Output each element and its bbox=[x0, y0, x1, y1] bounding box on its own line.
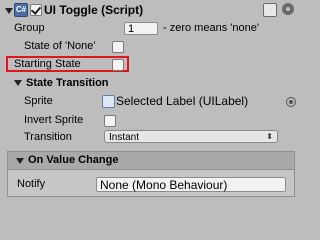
sprite-field[interactable]: Selected Label (UILabel) bbox=[116, 95, 248, 108]
state-of-none-label: State of 'None' bbox=[24, 40, 96, 52]
state-of-none-checkbox[interactable] bbox=[112, 41, 124, 53]
component-title: UI Toggle (Script) bbox=[44, 3, 144, 17]
transition-dropdown[interactable]: Instant ⬍ bbox=[104, 130, 278, 143]
on-value-change-foldout-icon[interactable] bbox=[16, 158, 24, 164]
component-foldout-icon[interactable] bbox=[5, 8, 13, 14]
starting-state-checkbox[interactable] bbox=[112, 59, 124, 71]
gear-icon[interactable] bbox=[282, 3, 294, 15]
dropdown-arrows-icon: ⬍ bbox=[266, 132, 273, 141]
sprite-label: Sprite bbox=[24, 95, 53, 107]
group-hint: - zero means 'none' bbox=[163, 22, 259, 34]
notify-field[interactable]: None (Mono Behaviour) bbox=[96, 177, 286, 192]
invert-sprite-label: Invert Sprite bbox=[24, 114, 84, 126]
component-enabled-checkbox[interactable] bbox=[30, 4, 42, 16]
on-value-change-panel: On Value Change Notify None (Mono Behavi… bbox=[7, 151, 295, 197]
component-script-icon: C# bbox=[14, 3, 28, 17]
object-picker-icon[interactable] bbox=[286, 97, 296, 107]
invert-sprite-checkbox[interactable] bbox=[104, 115, 116, 127]
on-value-change-header[interactable]: On Value Change bbox=[8, 152, 294, 170]
on-value-change-title: On Value Change bbox=[28, 154, 119, 166]
transition-label: Transition bbox=[24, 131, 72, 143]
transition-dropdown-value: Instant bbox=[109, 132, 140, 143]
group-label: Group bbox=[14, 22, 45, 34]
starting-state-label: Starting State bbox=[14, 58, 81, 70]
state-transition-title[interactable]: State Transition bbox=[26, 77, 109, 90]
group-field[interactable]: 1 bbox=[124, 22, 158, 35]
notify-label: Notify bbox=[17, 178, 46, 190]
help-icon[interactable] bbox=[263, 3, 277, 17]
sprite-object-icon bbox=[102, 95, 115, 108]
state-transition-foldout-icon[interactable] bbox=[14, 80, 22, 86]
